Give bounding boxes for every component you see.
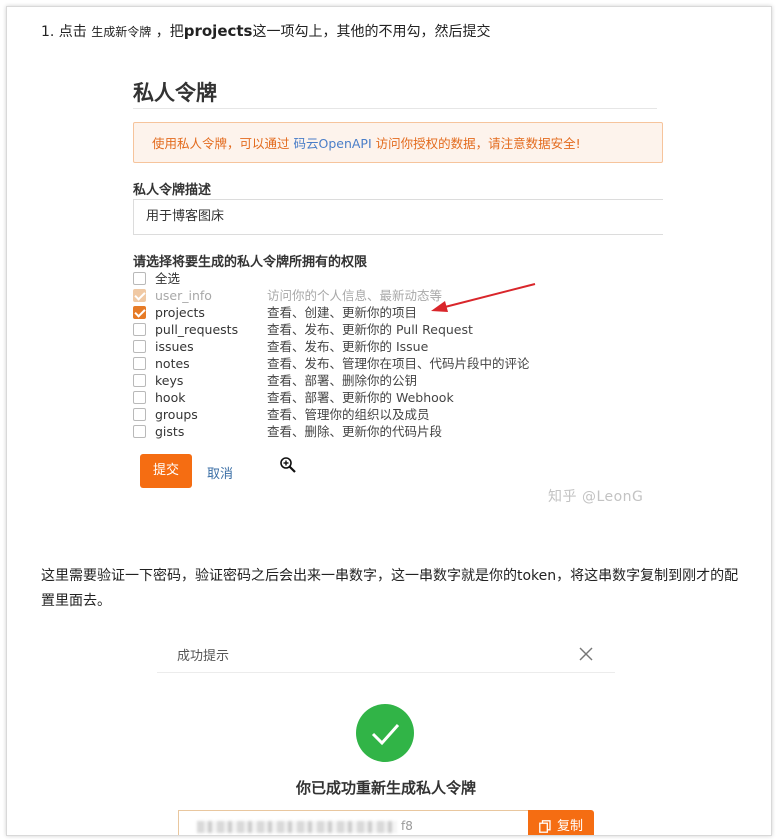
checkbox[interactable] [133,391,146,404]
zoom-in-cursor-icon [280,457,296,473]
permission-row-all[interactable]: 全选 [133,270,657,287]
copy-button[interactable]: 复制 [528,810,594,835]
dialog-title: 成功提示 [177,649,230,664]
permission-row-keys[interactable]: keys 查看、部署、删除你的公钥 [133,372,657,389]
permission-row-pull-requests[interactable]: pull_requests 查看、发布、更新你的 Pull Request [133,321,657,338]
token-form: 私人令牌 使用私人令牌，可以通过 码云OpenAPI 访问你授权的数据，请注意数… [133,67,663,522]
permission-row-issues[interactable]: issues 查看、发布、更新你的 Issue [133,338,657,355]
permission-desc: 查看、发布、管理你在项目、代码片段中的评论 [267,356,530,371]
alert-text-after: 访问你授权的数据，请注意数据安全! [371,136,581,151]
step-emphasis: projects [183,22,253,40]
success-check-icon [356,704,414,762]
permission-name: hook [155,390,186,405]
copy-label: 复制 [556,819,583,834]
description-input[interactable]: 用于博客图床 [133,199,663,235]
permission-row-user-info: user_info 访问你的个人信息、最新动态等 [133,287,657,304]
permission-name: keys [155,373,184,388]
step-prefix: 1. 点击 [41,24,92,40]
cancel-link[interactable]: 取消 [207,463,233,482]
submit-button[interactable]: 提交 [140,454,192,488]
checkbox[interactable] [133,425,146,438]
permission-desc: 查看、部署、更新你的 Webhook [267,390,454,405]
step-middle: ，把 [151,24,184,40]
step-target: 生成新令牌 [91,25,152,39]
permission-row-groups[interactable]: groups 查看、管理你的组织以及成员 [133,406,657,423]
paragraph-text: 这里需要验证一下密码，验证密码之后会出来一串数字，这一串数字就是你的token，… [41,568,739,609]
token-visible-suffix: f8 [401,819,413,833]
close-icon[interactable] [579,647,593,661]
permission-row-gists[interactable]: gists 查看、删除、更新你的代码片段 [133,423,657,440]
permission-name: notes [155,356,190,371]
article-frame: 1. 点击 生成新令牌 ，把projects这一项勾上，其他的不用勾，然后提交 … [6,6,772,836]
permission-desc: 查看、管理你的组织以及成员 [267,407,430,422]
checkbox[interactable] [133,323,146,336]
permissions-label: 请选择将要生成的私人令牌所拥有的权限 [133,255,368,270]
alert-text-before: 使用私人令牌，可以通过 [152,136,294,151]
permission-row-hook[interactable]: hook 查看、部署、更新你的 Webhook [133,389,657,406]
permission-desc: 查看、删除、更新你的代码片段 [267,424,443,439]
step-instruction: 1. 点击 生成新令牌 ，把projects这一项勾上，其他的不用勾，然后提交 [41,21,490,41]
permission-desc: 查看、部署、删除你的公钥 [267,373,418,388]
permission-row-notes[interactable]: notes 查看、发布、管理你在项目、代码片段中的评论 [133,355,657,372]
checkbox[interactable] [133,306,146,319]
checkbox[interactable] [133,408,146,421]
form-title: 私人令牌 [133,81,217,105]
dialog-divider [157,672,615,673]
permission-row-projects[interactable]: projects 查看、创建、更新你的项目 [133,304,657,321]
token-field[interactable]: f8 [178,810,528,835]
openapi-link[interactable]: 码云OpenAPI [293,136,371,151]
security-alert: 使用私人令牌，可以通过 码云OpenAPI 访问你授权的数据，请注意数据安全! [133,122,663,163]
permission-name: gists [155,424,185,439]
permission-name: issues [155,339,194,354]
permission-desc: 查看、发布、更新你的 Pull Request [267,322,473,337]
step-suffix: 这一项勾上，其他的不用勾，然后提交 [252,24,491,40]
watermark: 知乎 @LeonG [548,489,644,505]
permission-desc: 查看、发布、更新你的 Issue [267,339,429,354]
title-divider [133,108,657,109]
checkbox[interactable] [133,357,146,370]
permission-desc: 访问你的个人信息、最新动态等 [267,288,443,303]
permission-list: 全选 user_info 访问你的个人信息、最新动态等 projects 查看、创建… [133,270,657,440]
red-arrow-icon [431,283,536,312]
permission-name: pull_requests [155,322,239,337]
checkbox[interactable] [133,272,146,285]
copy-icon [539,820,551,833]
token-redacted [197,821,397,833]
permission-desc: 查看、创建、更新你的项目 [267,305,418,320]
permission-name: 全选 [155,271,181,286]
dialog-header: 成功提示 [157,632,615,672]
checkbox [133,289,146,302]
permission-name: groups [155,407,198,422]
description-label: 私人令牌描述 [133,183,212,198]
permission-name: user_info [155,288,212,303]
checkbox[interactable] [133,340,146,353]
permission-name: projects [155,305,205,320]
checkbox[interactable] [133,374,146,387]
success-dialog: 成功提示 你已成功重新生成私人令牌 f8 复制 [157,632,615,835]
success-message: 你已成功重新生成私人令牌 [295,779,476,797]
